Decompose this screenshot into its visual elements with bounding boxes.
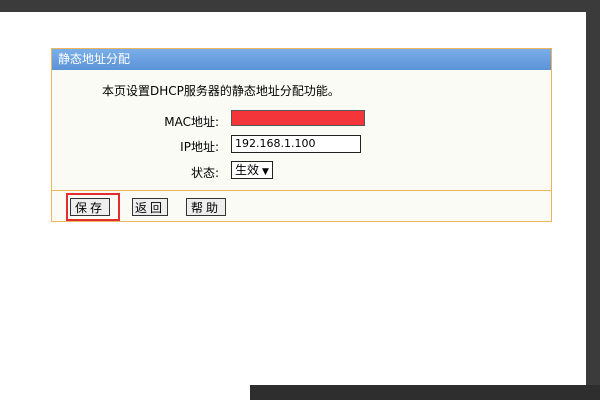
status-selected-value: 生效 [235, 163, 260, 177]
button-bar: 保存 返回 帮助 [52, 191, 551, 222]
status-select[interactable]: 生效 ▼ [231, 161, 273, 179]
ip-address-input[interactable] [231, 135, 361, 153]
window-frame-top [0, 0, 600, 12]
dropdown-arrow-icon: ▼ [262, 167, 269, 177]
status-row: 状态: 生效 ▼ [52, 161, 551, 181]
mac-field-wrapper [231, 110, 365, 126]
status-label: 状态: [190, 166, 219, 180]
static-address-panel: 静态地址分配 本页设置DHCP服务器的静态地址分配功能。 MAC地址: IP地址… [51, 48, 552, 222]
panel-title: 静态地址分配 [52, 49, 551, 70]
save-button[interactable]: 保存 [70, 198, 110, 216]
help-button[interactable]: 帮助 [186, 198, 226, 216]
ip-row: IP地址: [52, 135, 551, 155]
panel-body: 本页设置DHCP服务器的静态地址分配功能。 MAC地址: IP地址: 状态: 生… [52, 70, 551, 191]
status-field-wrapper: 生效 ▼ [231, 161, 273, 179]
mac-label: MAC地址: [164, 115, 219, 129]
panel-intro-text: 本页设置DHCP服务器的静态地址分配功能。 [102, 84, 340, 98]
ip-field-wrapper [231, 135, 361, 153]
mac-row: MAC地址: [52, 110, 551, 130]
mac-address-input[interactable] [231, 110, 365, 126]
bottom-strip [0, 385, 600, 400]
window-frame-right [586, 0, 600, 400]
back-button[interactable]: 返回 [132, 198, 168, 216]
bottom-dark-bar [250, 385, 600, 400]
watermark-brand: 路由器 [509, 342, 581, 370]
ip-label: IP地址: [180, 140, 219, 154]
watermark-domain: luyouqi.com [511, 367, 573, 378]
router-logo-icon [457, 334, 501, 378]
screenshot-stage: 静态地址分配 本页设置DHCP服务器的静态地址分配功能。 MAC地址: IP地址… [0, 0, 600, 400]
